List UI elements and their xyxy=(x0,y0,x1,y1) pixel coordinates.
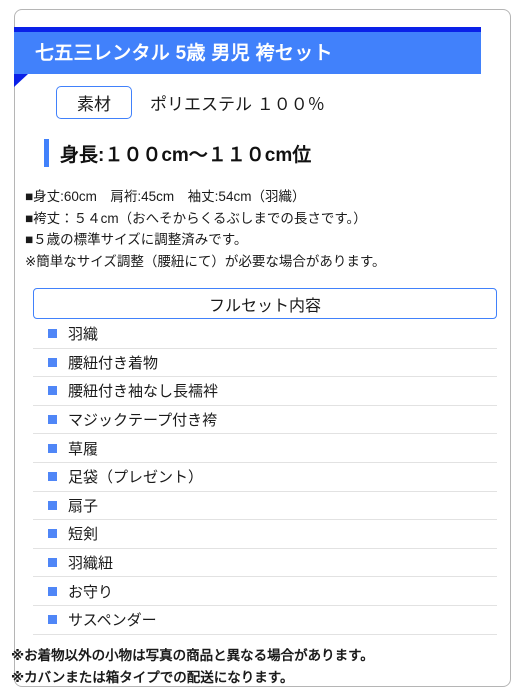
list-item: 腰紐付き着物 xyxy=(33,349,497,378)
fullset-contents-list: 羽織 腰紐付き着物 腰紐付き袖なし長襦袢 マジックテープ付き袴 草履 足袋（プレ… xyxy=(33,320,497,635)
spec-line: ■５歳の標準サイズに調整済みです。 xyxy=(25,232,248,247)
height-text: 身長:１００cm〜１１０cm位 xyxy=(60,144,312,166)
bullet-square-icon xyxy=(48,415,57,425)
spec-line: ※簡単なサイズ調整（腰紐にて）が必要な場合があります。 xyxy=(25,253,386,269)
list-item: お守り xyxy=(33,577,497,606)
material-row: 素材 ポリエステル １００％ xyxy=(56,86,325,119)
footer-note-line: ※お着物以外の小物は写真の商品と異なる場合があります。 xyxy=(11,648,374,663)
page-title: 七五三レンタル 5歳 男児 袴セット xyxy=(35,42,333,64)
list-item: 羽織 xyxy=(33,320,497,349)
list-item: 羽織紐 xyxy=(33,549,497,578)
bullet-square-icon xyxy=(48,329,57,339)
list-item-label: 羽織 xyxy=(68,326,99,344)
spec-notes: ■身丈:60cm 肩裄:45cm 袖丈:54cm（羽織） ■袴丈：５４cm（おへ… xyxy=(25,186,485,272)
list-item-label: 足袋（プレゼント） xyxy=(68,469,204,487)
bullet-square-icon xyxy=(48,586,57,596)
spec-line: ■身丈:60cm 肩裄:45cm 袖丈:54cm（羽織） xyxy=(25,189,306,204)
banner-fold-triangle xyxy=(14,74,28,87)
list-item-label: 扇子 xyxy=(68,497,99,515)
bullet-square-icon xyxy=(48,558,57,568)
list-item: 足袋（プレゼント） xyxy=(33,463,497,492)
bullet-square-icon xyxy=(48,529,57,539)
footer-note-line: ※カバンまたは箱タイプでの配送になります。 xyxy=(11,670,294,685)
fullset-contents-header: フルセット内容 xyxy=(33,288,497,319)
list-item-label: 羽織紐 xyxy=(68,555,114,573)
list-item-label: 短剣 xyxy=(68,526,99,544)
bullet-square-icon xyxy=(48,357,57,367)
banner-body: 七五三レンタル 5歳 男児 袴セット xyxy=(14,32,481,74)
footer-notes: ※お着物以外の小物は写真の商品と異なる場合があります。 ※カバンまたは箱タイプで… xyxy=(11,645,511,689)
list-item: マジックテープ付き袴 xyxy=(33,406,497,435)
list-item-label: 腰紐付き着物 xyxy=(68,354,159,372)
list-item: 腰紐付き袖なし長襦袢 xyxy=(33,377,497,406)
list-item-label: 腰紐付き袖なし長襦袢 xyxy=(68,383,219,401)
height-accent-bar xyxy=(44,139,49,167)
product-title-banner: 七五三レンタル 5歳 男児 袴セット xyxy=(14,27,481,87)
list-item: 草履 xyxy=(33,434,497,463)
material-value: ポリエステル １００％ xyxy=(150,95,325,114)
bullet-square-icon xyxy=(48,443,57,453)
bullet-square-icon xyxy=(48,472,57,482)
list-item-label: サスペンダー xyxy=(68,612,157,630)
list-item: サスペンダー xyxy=(33,606,497,635)
bullet-square-icon xyxy=(48,500,57,510)
height-row: 身長:１００cm〜１１０cm位 xyxy=(44,138,311,168)
list-item: 短剣 xyxy=(33,520,497,549)
bullet-square-icon xyxy=(48,615,57,625)
bullet-square-icon xyxy=(48,386,57,396)
material-label-tag: 素材 xyxy=(56,86,132,119)
spec-line: ■袴丈：５４cm（おへそからくるぶしまでの長さです。） xyxy=(25,210,367,226)
list-item-label: お守り xyxy=(68,583,114,601)
list-item: 扇子 xyxy=(33,492,497,521)
list-item-label: 草履 xyxy=(68,440,99,458)
product-detail-page: 七五三レンタル 5歳 男児 袴セット 素材 ポリエステル １００％ 身長:１００… xyxy=(0,0,526,694)
list-item-label: マジックテープ付き袴 xyxy=(68,412,218,430)
